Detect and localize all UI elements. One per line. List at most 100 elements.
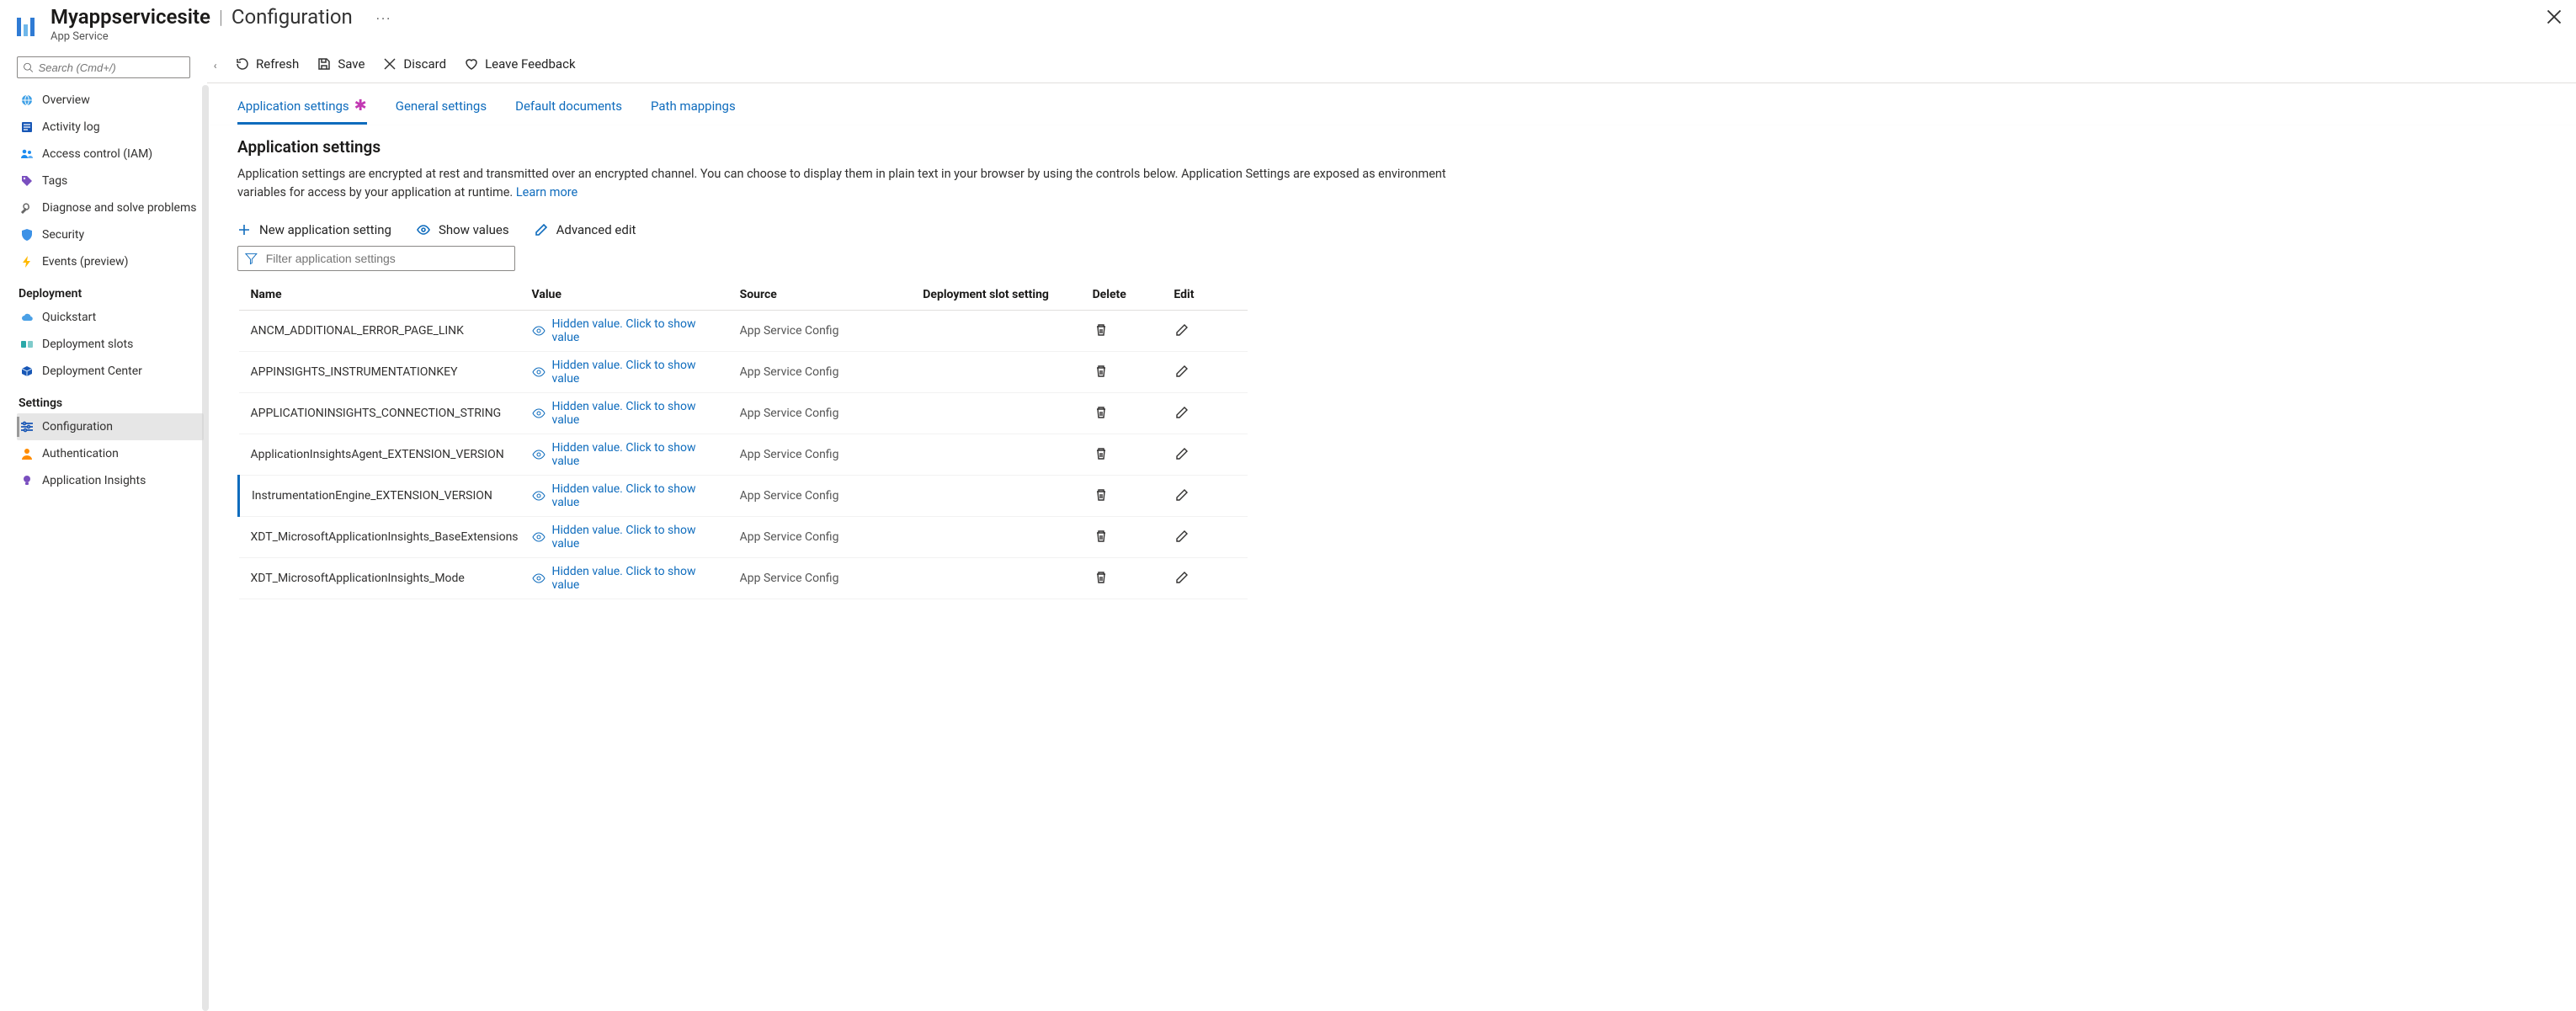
sidebar-item-configuration[interactable]: Configuration [17, 413, 204, 440]
edit-setting-button[interactable] [1174, 404, 1190, 421]
pencil-icon [1175, 571, 1189, 584]
delete-setting-button[interactable] [1093, 569, 1110, 586]
trash-icon [1094, 571, 1108, 584]
table-header-row: Name Value Source Deployment slot settin… [239, 279, 1248, 311]
sidebar-item-quickstart[interactable]: Quickstart [17, 304, 204, 331]
sidebar-item-deployment-center[interactable]: Deployment Center [17, 358, 204, 385]
col-value[interactable]: Value [525, 279, 733, 311]
tab-general-settings[interactable]: General settings [396, 98, 487, 125]
col-slot[interactable]: Deployment slot setting [916, 279, 1085, 311]
tab-path-mappings[interactable]: Path mappings [651, 98, 736, 125]
show-value-button[interactable]: Hidden value. Click to show value [532, 441, 726, 468]
close-blade-button[interactable] [2546, 8, 2563, 25]
sidebar-item-label: Diagnose and solve problems [42, 201, 196, 215]
delete-setting-button[interactable] [1093, 528, 1110, 545]
nav-scrollbar[interactable] [202, 85, 209, 1011]
col-edit[interactable]: Edit [1167, 279, 1248, 311]
sidebar-item-diagnose-and-solve-problems[interactable]: Diagnose and solve problems [17, 194, 204, 221]
heart-icon [465, 57, 478, 71]
hidden-value-text: Hidden value. Click to show value [552, 482, 726, 509]
new-setting-label: New application setting [259, 222, 391, 237]
sidebar-item-label: Events (preview) [42, 255, 129, 269]
show-value-button[interactable]: Hidden value. Click to show value [532, 565, 726, 592]
globe-icon [20, 93, 34, 107]
pencil-icon [1175, 447, 1189, 460]
sidebar-item-events-preview[interactable]: Events (preview) [17, 248, 204, 275]
delete-setting-button[interactable] [1093, 322, 1110, 338]
slot-setting-cell [916, 475, 1085, 516]
delete-setting-button[interactable] [1093, 487, 1110, 503]
nav-search[interactable] [17, 56, 190, 78]
edit-setting-button[interactable] [1174, 528, 1190, 545]
edit-setting-button[interactable] [1174, 445, 1190, 462]
people-icon [20, 147, 34, 161]
hidden-value-text: Hidden value. Click to show value [552, 317, 726, 344]
page-title-group: Myappservicesite | Configuration ··· App… [51, 5, 391, 43]
pencil-icon [535, 223, 548, 237]
table-row[interactable]: InstrumentationEngine_EXTENSION_VERSIONH… [239, 475, 1248, 516]
app-settings-section: Application settings Application setting… [207, 125, 1504, 599]
page-header: Myappservicesite | Configuration ··· App… [0, 0, 2576, 45]
table-row[interactable]: APPLICATIONINSIGHTS_CONNECTION_STRINGHid… [239, 392, 1248, 434]
setting-source: App Service Config [733, 516, 917, 557]
sidebar-item-activity-log[interactable]: Activity log [17, 114, 204, 141]
sidebar-item-tags[interactable]: Tags [17, 168, 204, 194]
bulb-icon [20, 474, 34, 487]
setting-name: ApplicationInsightsAgent_EXTENSION_VERSI… [239, 434, 525, 475]
filter-settings-input[interactable] [266, 252, 508, 265]
show-value-button[interactable]: Hidden value. Click to show value [532, 524, 726, 551]
sidebar-item-overview[interactable]: Overview [17, 87, 204, 114]
col-delete[interactable]: Delete [1086, 279, 1168, 311]
table-row[interactable]: ANCM_ADDITIONAL_ERROR_PAGE_LINKHidden va… [239, 310, 1248, 351]
new-setting-button[interactable]: New application setting [237, 222, 391, 237]
advanced-edit-label: Advanced edit [556, 222, 636, 237]
show-value-button[interactable]: Hidden value. Click to show value [532, 359, 726, 386]
show-values-label: Show values [439, 222, 509, 237]
sidebar-item-label: Authentication [42, 447, 119, 460]
table-row[interactable]: ApplicationInsightsAgent_EXTENSION_VERSI… [239, 434, 1248, 475]
edit-setting-button[interactable] [1174, 487, 1190, 503]
sidebar-item-security[interactable]: Security [17, 221, 204, 248]
discard-button[interactable]: Discard [383, 56, 446, 72]
edit-setting-button[interactable] [1174, 569, 1190, 586]
delete-setting-button[interactable] [1093, 404, 1110, 421]
delete-setting-button[interactable] [1093, 363, 1110, 380]
show-value-button[interactable]: Hidden value. Click to show value [532, 482, 726, 509]
delete-setting-button[interactable] [1093, 445, 1110, 462]
save-button[interactable]: Save [317, 56, 365, 72]
sidebar-item-deployment-slots[interactable]: Deployment slots [17, 331, 204, 358]
nav-search-input[interactable] [39, 61, 184, 74]
show-values-button[interactable]: Show values [417, 222, 509, 237]
learn-more-link[interactable]: Learn more [516, 185, 577, 200]
sidebar-item-application-insights[interactable]: Application Insights [17, 467, 204, 494]
filter-settings[interactable] [237, 246, 515, 271]
cloud-icon [20, 311, 34, 324]
edit-setting-button[interactable] [1174, 322, 1190, 338]
table-row[interactable]: XDT_MicrosoftApplicationInsights_BaseExt… [239, 516, 1248, 557]
more-actions-button[interactable]: ··· [376, 11, 392, 27]
show-value-button[interactable]: Hidden value. Click to show value [532, 400, 726, 427]
refresh-button[interactable]: Refresh [236, 56, 299, 72]
tab-application-settings[interactable]: Application settings✱ [237, 98, 367, 125]
settings-toolbar: New application setting Show values Adva… [237, 222, 1473, 237]
tab-default-documents[interactable]: Default documents [515, 98, 622, 125]
table-row[interactable]: XDT_MicrosoftApplicationInsights_ModeHid… [239, 557, 1248, 599]
bolt-icon [20, 255, 34, 269]
feedback-button[interactable]: Leave Feedback [465, 56, 575, 72]
close-icon [2546, 8, 2563, 25]
sidebar-item-authentication[interactable]: Authentication [17, 440, 204, 467]
sidebar-item-access-control-iam[interactable]: Access control (IAM) [17, 141, 204, 168]
feedback-label: Leave Feedback [485, 56, 575, 72]
col-name[interactable]: Name [239, 279, 525, 311]
hidden-value-text: Hidden value. Click to show value [552, 359, 726, 386]
tab-label: Default documents [515, 98, 622, 114]
edit-setting-button[interactable] [1174, 363, 1190, 380]
advanced-edit-button[interactable]: Advanced edit [535, 222, 636, 237]
table-row[interactable]: APPINSIGHTS_INSTRUMENTATIONKEYHidden val… [239, 351, 1248, 392]
show-value-button[interactable]: Hidden value. Click to show value [532, 317, 726, 344]
pencil-icon [1175, 323, 1189, 337]
page-subheading: Configuration [232, 5, 353, 29]
tag-icon [20, 174, 34, 188]
hidden-value-text: Hidden value. Click to show value [552, 524, 726, 551]
col-source[interactable]: Source [733, 279, 917, 311]
